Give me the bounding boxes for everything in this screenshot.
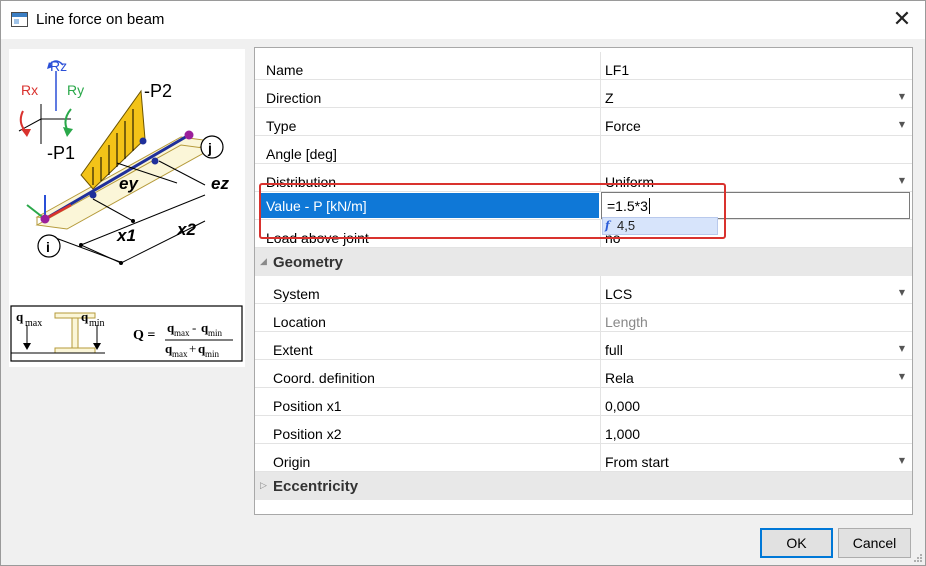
svg-text:min: min xyxy=(205,349,220,359)
ry-label: Ry xyxy=(67,82,84,98)
rz-label: Rz xyxy=(50,58,67,74)
chevron-down-icon[interactable]: ▼ xyxy=(899,456,905,465)
p2-label: -P2 xyxy=(144,81,172,101)
property-label: System xyxy=(273,286,320,302)
name-value[interactable]: LF1 xyxy=(605,52,629,79)
collapse-triangle-icon[interactable]: ◢ xyxy=(260,257,267,267)
beam-diagram: Rz Rx Ry -P2 -P1 ey ez x1 x2 i j q max q… xyxy=(10,58,243,362)
property-label: Coord. definition xyxy=(273,370,375,386)
qmin-label: q xyxy=(81,309,89,324)
chevron-down-icon[interactable]: ▼ xyxy=(899,372,905,381)
property-label: Position x1 xyxy=(273,398,342,414)
property-label: Angle [deg] xyxy=(266,146,337,162)
svg-text:min: min xyxy=(208,328,223,338)
chevron-down-icon[interactable]: ▼ xyxy=(899,288,905,297)
x1-label: x1 xyxy=(116,226,136,245)
qmax-label: q xyxy=(16,309,24,324)
node-j-badge xyxy=(200,135,224,159)
property-label: Position x2 xyxy=(273,426,342,442)
svg-text:-: - xyxy=(192,320,196,335)
extent-value[interactable]: full xyxy=(605,332,623,359)
chevron-down-icon[interactable]: ▼ xyxy=(899,92,905,101)
property-grid: Name LF1 Direction Z ▼ Type Force ▼ Angl… xyxy=(254,47,913,515)
grid-row-direction[interactable]: Direction Z ▼ xyxy=(255,80,912,108)
title-bar[interactable]: Line force on beam ✕ xyxy=(1,1,925,39)
chevron-down-icon[interactable]: ▼ xyxy=(899,120,905,129)
grid-row-location: Location Length xyxy=(255,304,912,332)
node-j-icon xyxy=(184,130,194,140)
group-label: Geometry xyxy=(273,254,344,271)
j-label: j xyxy=(207,140,212,156)
svg-text:+: + xyxy=(189,341,196,356)
p1-label: -P1 xyxy=(47,143,75,163)
grid-row-extent[interactable]: Extent full ▼ xyxy=(255,332,912,360)
ok-button[interactable]: OK xyxy=(760,528,833,558)
app-icon xyxy=(11,12,28,27)
grid-row-position-x1[interactable]: Position x1 0,000 xyxy=(255,388,912,416)
load-end-point xyxy=(139,137,147,145)
grid-row-name[interactable]: Name LF1 xyxy=(255,52,912,80)
close-icon[interactable]: ✕ xyxy=(885,5,919,35)
rx-label: Rx xyxy=(21,82,38,98)
system-value[interactable]: LCS xyxy=(605,276,632,303)
property-label: Value - P [kN/m] xyxy=(266,198,367,214)
x2-label: x2 xyxy=(176,220,196,239)
load-start-point xyxy=(89,191,97,199)
cancel-button[interactable]: Cancel xyxy=(838,528,911,558)
direction-value[interactable]: Z xyxy=(605,80,614,107)
group-label: Eccentricity xyxy=(273,478,359,495)
svg-text:max: max xyxy=(172,349,188,359)
q-formula-label: Q = xyxy=(133,328,155,343)
position-x1-value[interactable]: 0,000 xyxy=(605,388,640,415)
chevron-down-icon[interactable]: ▼ xyxy=(899,176,905,185)
qmin-sub: min xyxy=(89,318,105,329)
eccentric-point xyxy=(151,157,159,165)
resize-grip-icon[interactable] xyxy=(913,553,923,563)
expand-triangle-icon[interactable]: ▷ xyxy=(260,481,267,491)
svg-text:max: max xyxy=(174,328,190,338)
chevron-down-icon[interactable]: ▼ xyxy=(899,344,905,353)
illustration-panel: Rz Rx Ry -P2 -P1 ey ez x1 x2 i j q max q… xyxy=(9,49,245,367)
property-label: Origin xyxy=(273,454,311,470)
node-i-icon xyxy=(40,214,50,224)
grid-row-position-x2[interactable]: Position x2 1,000 xyxy=(255,416,912,444)
i-label: i xyxy=(46,239,50,255)
property-label: Location xyxy=(273,314,326,330)
property-label: Direction xyxy=(266,90,322,106)
location-value: Length xyxy=(605,314,648,330)
grid-row-angle[interactable]: Angle [deg] xyxy=(255,136,912,164)
dialog-window: Line force on beam ✕ Rz Rx Ry -P2 -P1 ey… xyxy=(0,0,926,566)
property-label: Type xyxy=(266,118,297,134)
origin-value[interactable]: From start xyxy=(605,444,669,471)
property-label: Name xyxy=(266,62,304,78)
grid-row-coord-definition[interactable]: Coord. definition Rela ▼ xyxy=(255,360,912,388)
position-x2-value[interactable]: 1,000 xyxy=(605,416,640,443)
grid-row-type[interactable]: Type Force ▼ xyxy=(255,108,912,136)
type-value[interactable]: Force xyxy=(605,108,641,135)
ez-label: ez xyxy=(211,174,229,193)
grid-row-origin[interactable]: Origin From start ▼ xyxy=(255,444,912,472)
window-title: Line force on beam xyxy=(36,11,165,28)
property-label: Extent xyxy=(273,342,313,358)
group-eccentricity[interactable]: ▷ Eccentricity xyxy=(255,472,912,500)
ey-label: ey xyxy=(119,174,139,193)
grid-row-system[interactable]: System LCS ▼ xyxy=(255,276,912,304)
coord-definition-value[interactable]: Rela xyxy=(605,360,634,387)
qmax-sub: max xyxy=(25,318,42,329)
group-geometry[interactable]: ◢ Geometry xyxy=(255,248,912,276)
